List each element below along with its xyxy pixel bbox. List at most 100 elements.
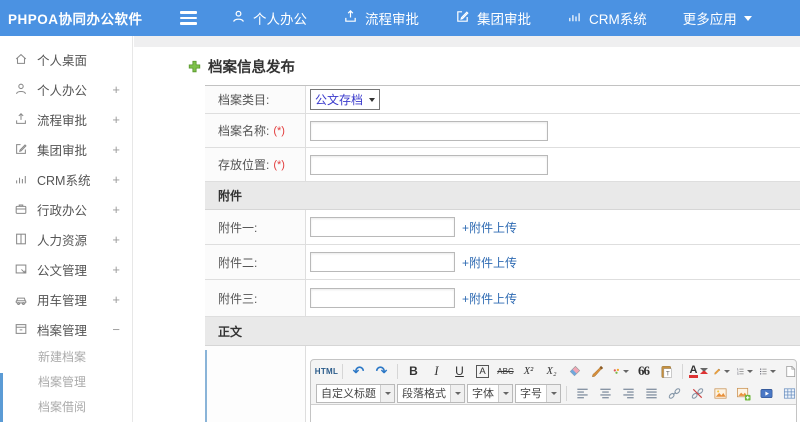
sidebar-item-human-resources[interactable]: 人力资源 + <box>0 224 132 254</box>
align-right-icon[interactable] <box>618 384 639 402</box>
caret-down-icon <box>502 391 509 395</box>
caret-down-icon <box>743 15 752 21</box>
insert-image-icon[interactable] <box>710 384 731 402</box>
location-input[interactable] <box>310 154 548 175</box>
insert-table-icon[interactable] <box>779 384 800 402</box>
attachment-3-upload-link[interactable]: +附件上传 <box>462 290 517 307</box>
attachment-1-upload-link[interactable]: +附件上传 <box>462 219 517 236</box>
svg-text:T: T <box>666 370 670 377</box>
font-color-button[interactable]: A <box>688 362 709 380</box>
expand-plus-icon[interactable]: + <box>112 142 120 157</box>
multi-image-icon[interactable] <box>733 384 754 402</box>
align-justify-icon[interactable] <box>641 384 662 402</box>
page-title-row: 档案信息发布 <box>188 56 800 77</box>
form-row-attachment-1: 附件一: +附件上传 <box>205 210 800 245</box>
expand-plus-icon[interactable]: + <box>112 292 120 307</box>
undo-icon[interactable]: ↶ <box>348 362 369 380</box>
underline-button[interactable]: U <box>449 362 470 380</box>
format-brush-icon[interactable] <box>587 362 608 380</box>
unlink-icon[interactable] <box>687 384 708 402</box>
topnav-more-apps[interactable]: 更多应用 <box>683 8 752 28</box>
archive-form: 档案类目: 公文存档 档案名称: (*) 存放位置: (*) 附件 附件一: +… <box>205 85 800 422</box>
expand-plus-icon[interactable]: + <box>112 232 120 247</box>
collapse-minus-icon[interactable]: − <box>112 322 120 337</box>
font-size-select[interactable]: 字号 <box>515 383 561 403</box>
name-input[interactable] <box>310 120 548 141</box>
caret-down-icon <box>384 391 391 395</box>
highlight-color-icon[interactable] <box>711 362 732 380</box>
form-row-name: 档案名称: (*) <box>205 114 800 148</box>
strikethrough-button[interactable]: ABC <box>495 362 516 380</box>
redo-icon[interactable]: ↷ <box>371 362 392 380</box>
ordered-list-icon[interactable]: 123 <box>734 362 755 380</box>
subscript-button[interactable]: X₂ <box>541 362 562 380</box>
sidebar-subitem-archive-borrow[interactable]: 档案借阅 <box>0 394 132 419</box>
sidebar-item-admin-office[interactable]: 行政办公 + <box>0 194 132 224</box>
content-top-strip <box>134 36 800 47</box>
name-label: 档案名称: (*) <box>205 114 306 147</box>
sidebar-subitem-archive-management[interactable]: 档案管理 <box>0 369 132 394</box>
add-green-icon <box>188 60 201 73</box>
caret-down-icon <box>700 368 709 374</box>
align-left-icon[interactable] <box>572 384 593 402</box>
expand-plus-icon[interactable]: + <box>112 172 120 187</box>
editor-content-area[interactable] <box>311 404 796 422</box>
editor-gutter <box>205 346 306 422</box>
expand-plus-icon[interactable]: + <box>112 112 120 127</box>
menu-toggle-icon[interactable] <box>180 11 197 25</box>
topnav-workflow-approval[interactable]: 流程审批 <box>343 8 419 28</box>
app-logo[interactable]: PHPOA协同办公软件 <box>8 8 158 28</box>
topnav-crm-system[interactable]: CRM系统 <box>567 8 647 28</box>
paste-as-text-icon[interactable]: T <box>656 362 677 380</box>
new-page-icon[interactable] <box>780 362 800 380</box>
form-row-attachment-2: 附件二: +附件上传 <box>205 245 800 280</box>
superscript-button[interactable]: X² <box>518 362 539 380</box>
emoticons-icon[interactable] <box>610 362 631 380</box>
italic-button[interactable]: I <box>426 362 447 380</box>
topnav-personal-office[interactable]: 个人办公 <box>231 8 307 28</box>
car-icon <box>14 292 28 306</box>
sidebar: 个人桌面 个人办公 + 流程审批 + 集团审批 + CRM系统 + 行政办公 + <box>0 36 133 422</box>
sidebar-item-group-approval[interactable]: 集团审批 + <box>0 134 132 164</box>
align-center-icon[interactable] <box>595 384 616 402</box>
expand-plus-icon[interactable]: + <box>112 202 120 217</box>
paragraph-format-select[interactable]: 段落格式 <box>397 383 465 403</box>
expand-plus-icon[interactable]: + <box>112 82 120 97</box>
topnav-group-approval[interactable]: 集团审批 <box>455 8 531 28</box>
sidebar-item-vehicle-management[interactable]: 用车管理 + <box>0 284 132 314</box>
archive-icon <box>14 322 28 336</box>
bold-button[interactable]: B <box>403 362 424 380</box>
blockquote-button[interactable]: 66 <box>633 362 654 380</box>
bar-chart-icon <box>14 172 28 186</box>
category-select[interactable]: 公文存档 <box>310 89 381 110</box>
eraser-icon[interactable] <box>564 362 585 380</box>
unordered-list-icon[interactable] <box>757 362 778 380</box>
scrollbar-thumb[interactable] <box>0 373 3 422</box>
attachment-2-upload-link[interactable]: +附件上传 <box>462 254 517 271</box>
attachment-1-input[interactable] <box>310 217 455 237</box>
caret-down-icon <box>369 97 376 102</box>
sidebar-item-personal-desktop[interactable]: 个人桌面 <box>0 44 132 74</box>
caret-down-icon <box>770 369 776 373</box>
sidebar-item-archive-management[interactable]: 档案管理 − <box>0 314 132 344</box>
workflow-icon <box>343 9 358 27</box>
sidebar-item-workflow-approval[interactable]: 流程审批 + <box>0 104 132 134</box>
topbar: PHPOA协同办公软件 个人办公 流程审批 集团审批 CRM系统 更多应用 <box>0 0 800 36</box>
expand-plus-icon[interactable]: + <box>112 262 120 277</box>
edit-square-icon <box>455 9 470 27</box>
html-source-button[interactable]: HTML <box>315 362 338 380</box>
sidebar-item-crm-system[interactable]: CRM系统 + <box>0 164 132 194</box>
char-border-button[interactable]: A <box>472 362 493 380</box>
attachment-3-input[interactable] <box>310 288 455 308</box>
link-icon[interactable] <box>664 384 685 402</box>
custom-title-select[interactable]: 自定义标题 <box>316 383 395 403</box>
editor-toolbar-row-2: 自定义标题 段落格式 字体 字号 <box>311 382 796 404</box>
sidebar-item-document-management[interactable]: 公文管理 + <box>0 254 132 284</box>
app-window: PHPOA协同办公软件 个人办公 流程审批 集团审批 CRM系统 更多应用 个人… <box>0 0 800 422</box>
font-family-select[interactable]: 字体 <box>467 383 513 403</box>
sidebar-subitem-new-archive[interactable]: 新建档案 <box>0 344 132 369</box>
form-row-attachment-3: 附件三: +附件上传 <box>205 280 800 317</box>
insert-media-icon[interactable] <box>756 384 777 402</box>
sidebar-item-personal-office[interactable]: 个人办公 + <box>0 74 132 104</box>
attachment-2-input[interactable] <box>310 252 455 272</box>
